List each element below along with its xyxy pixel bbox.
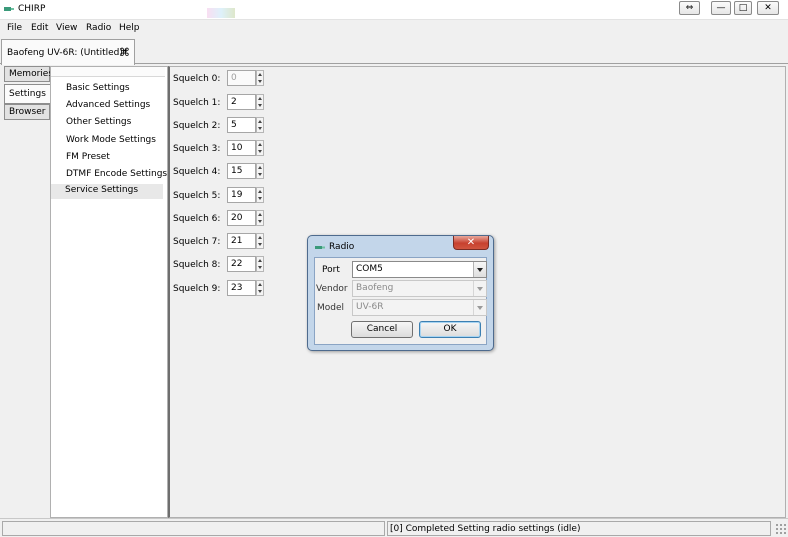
squelch-6-spinner[interactable] xyxy=(256,210,264,226)
ok-button[interactable]: OK xyxy=(419,321,481,338)
tree-item-fm-preset[interactable]: FM Preset xyxy=(66,152,110,162)
squelch-1-spinner[interactable] xyxy=(256,94,264,110)
dialog-close-button[interactable]: ✕ xyxy=(453,236,489,250)
squelch-8-label: Squelch 8: xyxy=(173,260,221,270)
squelch-1-input[interactable] xyxy=(227,94,256,110)
menu-view[interactable]: View xyxy=(56,23,77,33)
settings-tree xyxy=(50,66,168,518)
tree-item-dtmf-encode-settings[interactable]: DTMF Encode Settings xyxy=(66,169,167,179)
tree-item-other-settings[interactable]: Other Settings xyxy=(66,117,131,127)
tab-settings[interactable]: Settings xyxy=(4,84,50,104)
chevron-down-icon[interactable] xyxy=(473,262,486,277)
restore-button[interactable]: ⇔ xyxy=(679,1,700,15)
tab-browser[interactable]: Browser xyxy=(4,104,50,120)
radio-dialog-title: Radio xyxy=(329,242,355,252)
squelch-2-label: Squelch 2: xyxy=(173,121,221,131)
squelch-7-label: Squelch 7: xyxy=(173,237,221,247)
port-select[interactable]: COM5 xyxy=(352,261,487,278)
document-tab-strip: Baofeng UV-6R: (Untitled)* ⌘ xyxy=(0,37,788,65)
menu-edit[interactable]: Edit xyxy=(31,23,48,33)
squelch-9-spinner[interactable] xyxy=(256,280,264,296)
tree-header xyxy=(51,67,165,77)
squelch-8-spinner[interactable] xyxy=(256,256,264,272)
squelch-7-spinner[interactable] xyxy=(256,233,264,249)
resize-grip[interactable] xyxy=(775,523,786,534)
port-label: Port xyxy=(322,265,340,275)
squelch-5-input[interactable] xyxy=(227,187,256,203)
squelch-7-input[interactable] xyxy=(227,233,256,249)
model-select-value: UV-6R xyxy=(356,302,384,312)
model-label: Model xyxy=(317,303,345,313)
squelch-3-spinner[interactable] xyxy=(256,140,264,156)
squelch-0-input xyxy=(227,70,256,86)
squelch-8-input[interactable] xyxy=(227,256,256,272)
cancel-button[interactable]: Cancel xyxy=(351,321,413,338)
squelch-4-input[interactable] xyxy=(227,163,256,179)
document-tab-label: Baofeng UV-6R: (Untitled)* xyxy=(7,48,128,58)
squelch-3-label: Squelch 3: xyxy=(173,144,221,154)
status-bar: [0] Completed Setting radio settings (id… xyxy=(0,518,788,537)
vendor-select-value: Baofeng xyxy=(356,283,394,293)
squelch-9-input[interactable] xyxy=(227,280,256,296)
squelch-4-spinner[interactable] xyxy=(256,163,264,179)
squelch-9-label: Squelch 9: xyxy=(173,284,221,294)
squelch-6-input[interactable] xyxy=(227,210,256,226)
vendor-select: Baofeng xyxy=(352,280,487,297)
status-text: [0] Completed Setting radio settings (id… xyxy=(390,524,581,534)
squelch-5-label: Squelch 5: xyxy=(173,191,221,201)
squelch-2-spinner[interactable] xyxy=(256,117,264,133)
tree-item-service-settings[interactable]: Service Settings xyxy=(51,184,163,199)
squelch-6-label: Squelch 6: xyxy=(173,214,221,224)
port-select-value: COM5 xyxy=(356,264,383,274)
title-bar: CHIRP ⇔ — □ ✕ xyxy=(0,0,788,20)
tab-close-icon[interactable]: ⌘ xyxy=(119,46,130,59)
window-title: CHIRP xyxy=(18,4,46,14)
squelch-4-label: Squelch 4: xyxy=(173,167,221,177)
tree-item-work-mode-settings[interactable]: Work Mode Settings xyxy=(66,135,156,145)
squelch-1-label: Squelch 1: xyxy=(173,98,221,108)
title-decoration xyxy=(207,8,235,18)
squelch-2-input[interactable] xyxy=(227,117,256,133)
chirp-app-icon xyxy=(4,7,14,11)
close-button[interactable]: ✕ xyxy=(757,1,779,15)
menu-radio[interactable]: Radio xyxy=(86,23,111,33)
menu-bar: File Edit View Radio Help xyxy=(0,21,788,37)
chevron-down-icon xyxy=(473,281,486,296)
radio-dialog-icon xyxy=(315,246,325,249)
minimize-button[interactable]: — xyxy=(711,1,731,15)
menu-file[interactable]: File xyxy=(7,23,22,33)
maximize-button[interactable]: □ xyxy=(734,1,752,15)
tree-item-advanced-settings[interactable]: Advanced Settings xyxy=(66,100,150,110)
squelch-0-spinner xyxy=(256,70,264,86)
status-segment-left xyxy=(2,521,385,536)
menu-help[interactable]: Help xyxy=(119,23,140,33)
document-tab[interactable]: Baofeng UV-6R: (Untitled)* ⌘ xyxy=(1,39,135,65)
squelch-0-label: Squelch 0: xyxy=(173,74,221,84)
tab-memories[interactable]: Memories xyxy=(4,66,53,82)
tree-item-basic-settings[interactable]: Basic Settings xyxy=(66,83,130,93)
model-select: UV-6R xyxy=(352,299,487,316)
vendor-label: Vendor xyxy=(316,284,348,294)
squelch-3-input[interactable] xyxy=(227,140,256,156)
chevron-down-icon xyxy=(473,300,486,315)
squelch-5-spinner[interactable] xyxy=(256,187,264,203)
radio-dialog: Radio ✕ Port COM5 Vendor Baofeng Model U… xyxy=(307,235,494,351)
